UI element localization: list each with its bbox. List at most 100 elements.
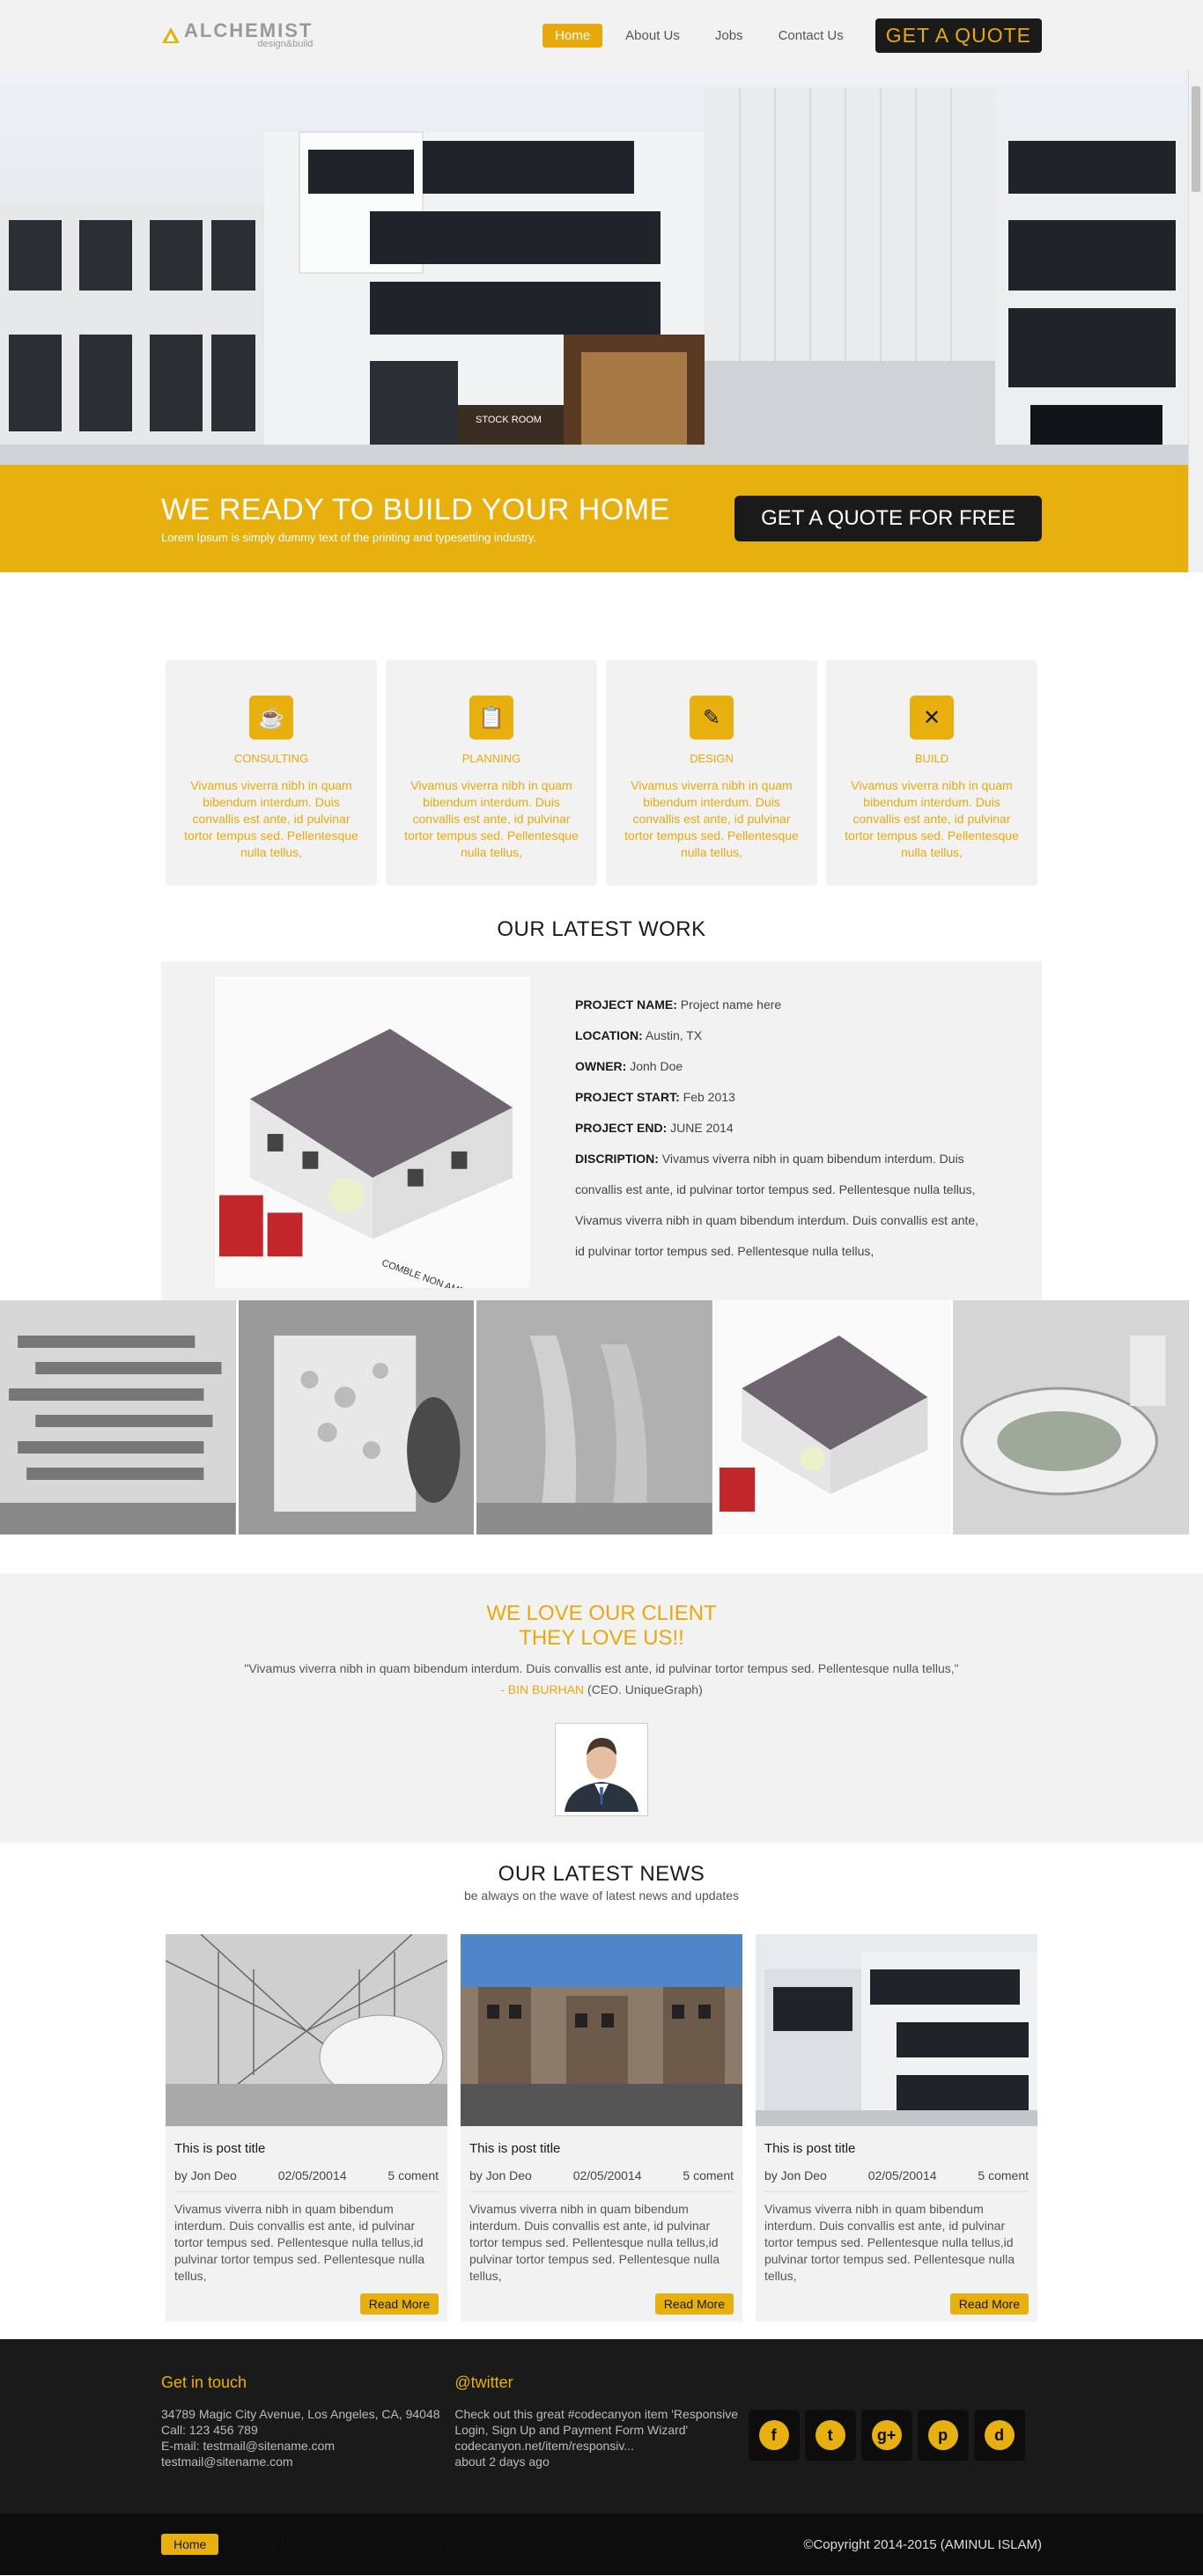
bottom-bar: Home About Us Jobs Contact Us ©Copyright… <box>0 2513 1203 2575</box>
cta-title: WE READY TO BUILD YOUR HOME <box>161 493 670 526</box>
get-quote-free-button[interactable]: GET A QUOTE FOR FREE <box>734 496 1042 541</box>
logo[interactable]: ALCHEMIST design&build <box>161 21 313 49</box>
service-title: DESIGN <box>690 752 734 765</box>
location-value: Austin, TX <box>645 1028 703 1042</box>
gallery-image-2[interactable] <box>238 1300 475 1535</box>
read-more-button[interactable]: Read More <box>359 2293 439 2315</box>
scrollbar-thumb[interactable] <box>1192 86 1200 192</box>
coffee-icon: ☕ <box>249 696 293 740</box>
service-card-design: ✎ DESIGN Vivamus viverra nibh in quam bi… <box>606 660 817 886</box>
post-image-1[interactable] <box>165 1933 448 2127</box>
logo-name: ALCHEMIST <box>184 19 314 41</box>
twitter-column: @twitter Check out this great #codecanyo… <box>454 2374 748 2469</box>
post-excerpt: Vivamus viverra nibh in quam bibendum in… <box>764 2202 1015 2283</box>
edit-icon: ✎ <box>690 696 734 740</box>
service-card-consulting: ☕ CONSULTING Vivamus viverra nibh in qua… <box>166 660 377 886</box>
news-title: OUR LATEST NEWS <box>498 1862 705 1886</box>
project-details: PROJECT NAME: Project name here LOCATION… <box>531 975 989 1300</box>
footer-nav-home[interactable]: Home <box>161 2534 219 2555</box>
footer-nav-contact-us[interactable]: Contact Us <box>387 2534 473 2555</box>
hero-building-image: STOCK ROOM <box>0 70 1203 465</box>
hero-banner: STOCK ROOM <box>0 70 1203 465</box>
description-value: Vivamus viverra nibh in quam bibendum in… <box>575 1152 979 1258</box>
post-title[interactable]: This is post title <box>764 2141 1029 2156</box>
gallery-image-5[interactable] <box>953 1300 1189 1535</box>
nav-home[interactable]: Home <box>542 23 603 48</box>
client-photo <box>559 1727 644 1812</box>
service-title: PLANNING <box>461 752 521 765</box>
owner-label: OWNER: <box>575 1059 627 1073</box>
footer-nav-about-us[interactable]: About Us <box>232 2534 308 2555</box>
owner-value: Jonh Doe <box>630 1059 683 1073</box>
nav-jobs[interactable]: Jobs <box>703 24 756 48</box>
project-start-label: PROJECT START: <box>575 1090 680 1104</box>
service-title: BUILD <box>914 752 949 765</box>
service-text: Vivamus viverra nibh in quam bibendum in… <box>184 778 358 859</box>
dribbble-icon[interactable]: d <box>973 2410 1025 2461</box>
cta-subtitle: Lorem Ipsum is simply dummy text of the … <box>161 531 537 544</box>
main-nav: Home About Us Jobs Contact Us GET A QUOT… <box>542 18 1042 53</box>
author-role: (CEO. UniqueGraph) <box>587 1682 703 1696</box>
post-meta: by Jon Deo 02/05/20014 5 coment <box>764 2168 1029 2192</box>
get-a-quote-button[interactable]: GET A QUOTE <box>875 18 1042 53</box>
post-excerpt: Vivamus viverra nibh in quam bibendum in… <box>174 2202 425 2283</box>
gallery-image-3[interactable] <box>476 1300 712 1535</box>
post-author: by Jon Deo <box>469 2168 532 2182</box>
post-date: 02/05/20014 <box>572 2168 642 2182</box>
contact-email-1[interactable]: E-mail: testmail@sitename.com <box>161 2438 454 2454</box>
read-more-button[interactable]: Read More <box>654 2293 734 2315</box>
post-title[interactable]: This is post title <box>469 2141 734 2156</box>
post-image-2[interactable] <box>461 1934 742 2126</box>
testimonial-author: - BIN BURHAN (CEO. UniqueGraph) <box>0 1682 1203 1696</box>
google-plus-icon[interactable]: g+ <box>860 2410 912 2461</box>
post-comments: 5 coment <box>683 2168 734 2182</box>
read-more-button[interactable]: Read More <box>949 2293 1029 2315</box>
pinterest-icon[interactable]: p <box>917 2410 969 2461</box>
post-author: by Jon Deo <box>764 2168 827 2182</box>
post-title[interactable]: This is post title <box>174 2141 439 2156</box>
facebook-icon[interactable]: f <box>748 2410 800 2461</box>
post-comments: 5 coment <box>387 2168 439 2182</box>
service-text: Vivamus viverra nibh in quam bibendum in… <box>624 778 799 859</box>
news-post-3: This is post title by Jon Deo 02/05/2001… <box>756 1934 1037 2322</box>
footer-nav-jobs[interactable]: Jobs <box>322 2534 373 2555</box>
author-name: - BIN BURHAN <box>500 1682 585 1696</box>
testimonial-title-2: THEY LOVE US!! <box>519 1626 684 1650</box>
copyright: ©Copyright 2014-2015 (AMINUL ISLAM) <box>803 2536 1042 2552</box>
tweet-line-1: Check out this great #codecanyon item 'R… <box>454 2407 739 2421</box>
contact-address: 34789 Magic City Avenue, Los Angeles, CA… <box>161 2407 440 2421</box>
site-header: ALCHEMIST design&build Home About Us Job… <box>0 0 1203 70</box>
twitter-icon[interactable]: t <box>804 2410 856 2461</box>
page-scrollbar[interactable] <box>1188 70 1203 572</box>
news-subtitle: be always on the wave of latest news and… <box>463 1888 740 1903</box>
service-card-planning: 📋 PLANNING Vivamus viverra nibh in quam … <box>386 660 597 886</box>
project-gallery <box>0 1300 1189 1535</box>
house-model-image[interactable]: COMBLE NON AMENAGEABLE <box>214 975 531 1289</box>
contact-email-2[interactable]: testmail@sitename.com <box>161 2454 454 2469</box>
latest-work-section: OUR LATEST WORK COMBLE NON AMENAGEABLE P… <box>0 917 1203 1300</box>
site-footer: Get in touch 34789 Magic City Avenue, Lo… <box>0 2339 1203 2513</box>
nav-contact-us[interactable]: Contact Us <box>766 24 856 48</box>
testimonial-title-1: WE LOVE OUR CLIENT <box>486 1601 717 1625</box>
nav-about-us[interactable]: About Us <box>613 24 692 48</box>
service-text: Vivamus viverra nibh in quam bibendum in… <box>404 778 579 859</box>
avatar <box>555 1723 648 1816</box>
gallery-image-1[interactable] <box>0 1300 236 1535</box>
project-end-label: PROJECT END: <box>575 1121 668 1135</box>
services-section: ☕ CONSULTING Vivamus viverra nibh in qua… <box>0 572 1203 886</box>
tweet-link[interactable]: codecanyon.net/item/responsiv... <box>454 2438 748 2454</box>
twitter-title: @twitter <box>454 2374 513 2391</box>
project-name-value: Project name here <box>680 997 782 1012</box>
post-date: 02/05/20014 <box>867 2168 937 2182</box>
project-name-label: PROJECT NAME: <box>575 997 677 1012</box>
project-start-value: Feb 2013 <box>683 1090 735 1104</box>
service-title: CONSULTING <box>233 752 309 765</box>
contact-column: Get in touch 34789 Magic City Avenue, Lo… <box>161 2374 454 2469</box>
cta-band: WE READY TO BUILD YOUR HOME Lorem Ipsum … <box>0 465 1203 572</box>
gallery-image-4[interactable] <box>714 1300 951 1535</box>
post-meta: by Jon Deo 02/05/20014 5 coment <box>469 2168 734 2192</box>
project-end-value: JUNE 2014 <box>670 1121 734 1135</box>
post-image-3[interactable] <box>756 1934 1037 2126</box>
tools-icon: ✕ <box>910 696 954 740</box>
post-meta: by Jon Deo 02/05/20014 5 coment <box>174 2168 439 2192</box>
